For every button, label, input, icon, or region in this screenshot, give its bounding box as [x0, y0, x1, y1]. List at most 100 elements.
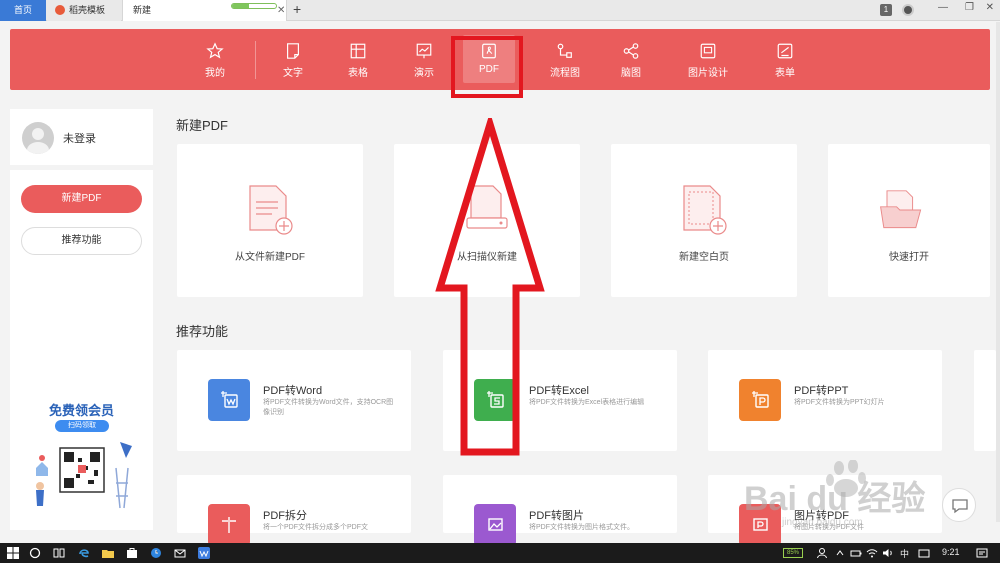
notification-icon[interactable] — [976, 547, 988, 559]
document-icon — [287, 43, 299, 59]
feature-description: 将一个PDF文件拆分成多个PDF文 — [263, 524, 368, 531]
feature-title: PDF转图片 — [529, 510, 584, 522]
nav-item-form[interactable]: 表单 — [760, 29, 810, 90]
file-explorer-icon[interactable] — [102, 547, 114, 559]
feature-card-partial[interactable] — [974, 350, 996, 451]
feature-title: PDF转Excel — [529, 385, 589, 397]
pdf-split-tile — [208, 504, 250, 546]
promo-title[interactable]: 免费领会员 — [10, 400, 153, 419]
ime-options-icon[interactable] — [918, 547, 930, 559]
windows-start-icon[interactable] — [7, 547, 19, 559]
nav-item-writer[interactable]: 文字 — [268, 29, 318, 90]
wps-taskbar-icon[interactable] — [198, 547, 210, 559]
mail-icon[interactable] — [174, 547, 186, 559]
feature-description: 将PDF文件转换为图片格式文件。 — [529, 524, 634, 531]
battery-indicator[interactable]: 85% — [783, 548, 803, 558]
image-design-icon — [700, 43, 716, 59]
edge-browser-icon[interactable] — [78, 547, 90, 559]
feature-pdf-split[interactable]: PDF拆分 将一个PDF文件拆分成多个PDF文 — [177, 475, 411, 546]
feature-title: PDF转PPT — [794, 385, 849, 397]
tab-bar: 首页 稻壳模板 新建 ✕ + 1 — ❐ ✕ — [0, 0, 1000, 21]
feature-title: PDF拆分 — [263, 510, 307, 522]
card-label: 快速打开 — [889, 252, 929, 263]
chat-icon — [952, 499, 968, 514]
quick-open-card[interactable]: 快速打开 — [828, 144, 990, 297]
nav-item-image-design[interactable]: 图片设计 — [683, 29, 733, 90]
qr-code-illustration[interactable] — [28, 438, 138, 510]
feature-pdf-to-word[interactable]: PDF转Word 将PDF文件转换为Word文件，支持OCR图像识别 — [177, 350, 411, 451]
loading-progress — [231, 3, 277, 9]
window-count-badge[interactable]: 1 — [880, 4, 892, 16]
promo-scan-pill[interactable]: 扫码领取 — [55, 420, 109, 432]
close-tab-icon[interactable]: ✕ — [277, 0, 285, 21]
new-pdf-section-title: 新建PDF — [176, 118, 229, 133]
wifi-icon[interactable] — [866, 547, 878, 559]
watermark-text: Bai du 经验 — [744, 479, 925, 518]
pdf-to-excel-tile — [474, 379, 516, 421]
add-tab-button[interactable]: + — [293, 1, 301, 17]
clock-time[interactable]: 9:21 — [942, 547, 960, 557]
new-blank-page-card[interactable]: 新建空白页 — [611, 144, 797, 297]
nav-label: 表格 — [348, 68, 368, 79]
pdf-to-word-tile — [208, 379, 250, 421]
close-window-button[interactable]: ✕ — [986, 2, 994, 13]
ime-indicator[interactable]: 中 — [900, 547, 909, 560]
docer-logo-icon — [55, 5, 65, 15]
store-icon[interactable] — [126, 547, 138, 559]
sidebar-menu: 新建PDF 推荐功能 免费领会员 扫码领取 — [10, 170, 153, 530]
feature-description: 将PDF文件转换为Excel表格进行编辑 — [529, 399, 645, 406]
nav-item-flowchart[interactable]: 流程图 — [540, 29, 590, 90]
nav-item-mine[interactable]: 我的 — [190, 29, 240, 90]
card-label: 新建空白页 — [679, 252, 729, 263]
image-icon — [488, 518, 503, 531]
clock-app-icon[interactable] — [150, 547, 162, 559]
feature-title: PDF转Word — [263, 385, 323, 397]
blank-page-icon — [683, 185, 727, 235]
avatar[interactable] — [22, 122, 54, 154]
feedback-chat-button[interactable] — [942, 488, 976, 522]
new-from-file-card[interactable]: 从文件新建PDF — [177, 144, 363, 297]
nav-item-spreadsheet[interactable]: 表格 — [333, 29, 383, 90]
volume-icon[interactable] — [882, 547, 894, 559]
feature-description: 将PDF文件转换为PPT幻灯片 — [794, 399, 885, 406]
main-scrollbar[interactable] — [996, 22, 1000, 522]
tab-templates-label: 稻壳模板 — [69, 5, 106, 15]
form-icon — [777, 43, 793, 59]
user-panel[interactable]: 未登录 — [10, 109, 153, 165]
minimize-button[interactable]: — — [938, 2, 948, 13]
card-label: 从文件新建PDF — [235, 252, 305, 263]
recommend-button[interactable]: 推荐功能 — [21, 227, 142, 255]
tab-home[interactable]: 首页 — [0, 0, 46, 21]
nav-label: 我的 — [205, 68, 225, 79]
new-from-file-icon — [249, 185, 293, 235]
people-icon[interactable] — [816, 547, 828, 559]
star-icon — [206, 42, 224, 59]
scanner-icon — [466, 185, 508, 229]
nav-label: 表单 — [775, 68, 795, 79]
user-name[interactable]: 未登录 — [63, 130, 96, 146]
tab-templates[interactable]: 稻壳模板 — [47, 0, 121, 21]
nav-label: 脑图 — [621, 68, 641, 79]
new-from-scanner-card[interactable]: 从扫描仪新建 — [394, 144, 580, 297]
nav-label: 演示 — [414, 68, 434, 79]
excel-icon — [487, 391, 504, 408]
windows-taskbar: 85% 中 9:21 — [0, 543, 1000, 563]
table-icon — [350, 43, 366, 59]
split-icon — [222, 517, 236, 533]
battery-tray-icon[interactable] — [850, 547, 862, 559]
new-pdf-button[interactable]: 新建PDF — [21, 185, 142, 213]
chevron-up-icon[interactable] — [834, 547, 846, 559]
nav-label: 文字 — [283, 68, 303, 79]
open-folder-icon — [880, 190, 922, 229]
feature-description: 将PDF文件转换为Word文件，支持OCR图像识别 — [263, 399, 394, 416]
feature-pdf-to-excel[interactable]: PDF转Excel 将PDF文件转换为Excel表格进行编辑 — [443, 350, 677, 451]
task-view-icon[interactable] — [53, 547, 65, 559]
feature-pdf-to-ppt[interactable]: PDF转PPT 将PDF文件转换为PPT幻灯片 — [708, 350, 942, 451]
nav-item-presentation[interactable]: 演示 — [399, 29, 449, 90]
restore-button[interactable]: ❐ — [965, 2, 974, 13]
tab-new[interactable]: 新建 ✕ — [122, 0, 287, 21]
nav-item-mindmap[interactable]: 脑图 — [606, 29, 656, 90]
account-avatar[interactable] — [902, 4, 914, 16]
feature-pdf-to-image[interactable]: PDF转图片 将PDF文件转换为图片格式文件。 — [443, 475, 677, 546]
search-icon[interactable] — [29, 547, 41, 559]
